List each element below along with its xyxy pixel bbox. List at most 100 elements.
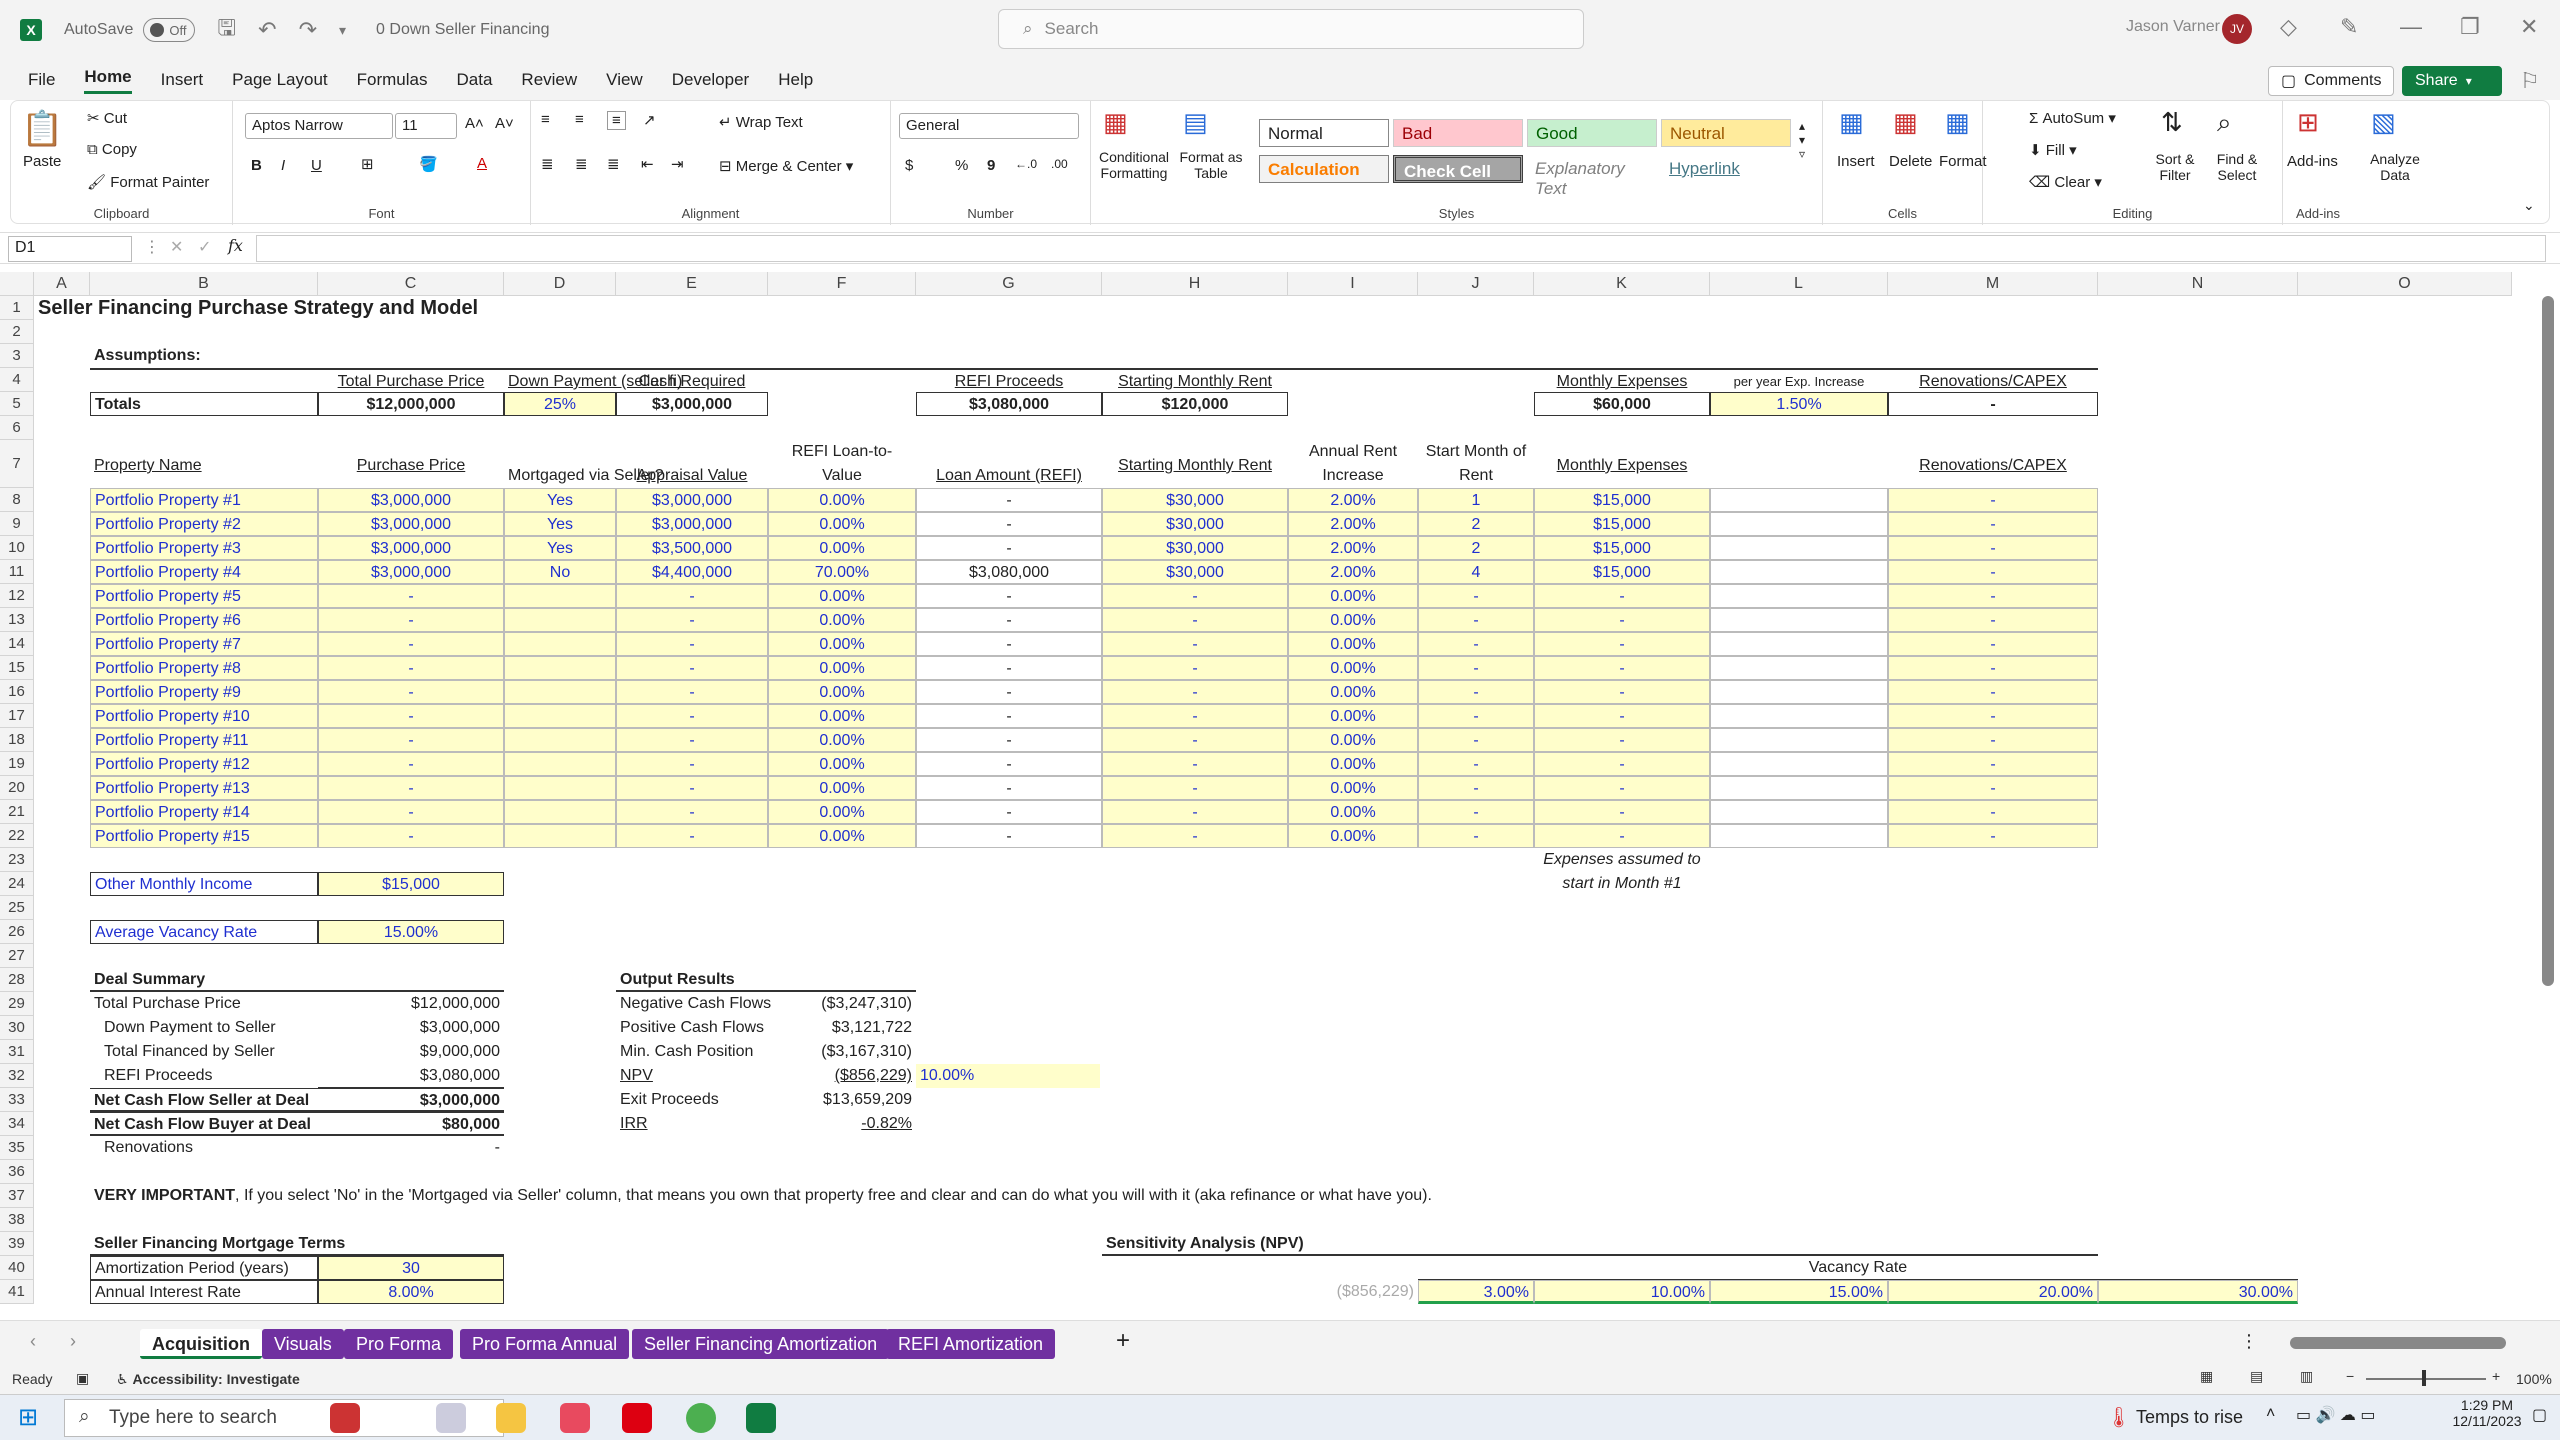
align-right-icon[interactable]: ≣ xyxy=(607,155,620,173)
loan-amount[interactable]: $3,080,000 xyxy=(916,560,1102,584)
align-middle-icon[interactable]: ≡ xyxy=(575,111,584,128)
loan-amount[interactable]: - xyxy=(916,608,1102,632)
row-header[interactable]: 40 xyxy=(0,1256,34,1280)
row-header[interactable]: 41 xyxy=(0,1280,34,1304)
purchase-price[interactable]: - xyxy=(318,680,504,704)
wrap-text-button[interactable]: ↵ Wrap Text xyxy=(719,113,803,131)
comments-button[interactable]: ▢ Comments xyxy=(2268,66,2394,96)
row-header[interactable]: 31 xyxy=(0,1040,34,1064)
property-renovations[interactable]: - xyxy=(1888,680,2098,704)
deal-summary-label[interactable]: Total Purchase Price xyxy=(90,992,318,1016)
start-month[interactable]: - xyxy=(1418,728,1534,752)
style-bad[interactable]: Bad xyxy=(1393,119,1523,147)
loan-amount[interactable]: - xyxy=(916,824,1102,848)
row-header[interactable]: 24 xyxy=(0,872,34,896)
analyze-data-icon[interactable]: ▧ xyxy=(2371,107,2396,138)
column-header[interactable]: G xyxy=(916,272,1102,296)
share-button[interactable]: Share ▾ xyxy=(2402,66,2502,96)
property-expenses[interactable]: - xyxy=(1534,752,1710,776)
property-renovations[interactable]: - xyxy=(1888,512,2098,536)
column-header[interactable]: D xyxy=(504,272,616,296)
chrome-icon[interactable] xyxy=(686,1403,716,1433)
assumptions-label[interactable]: Assumptions: xyxy=(90,344,318,368)
vacancy-rate-input[interactable]: 10.00% xyxy=(1534,1280,1710,1304)
column-header[interactable]: N xyxy=(2098,272,2298,296)
output-label[interactable]: Exit Proceeds xyxy=(616,1088,768,1112)
copy-button[interactable]: ⧉ Copy xyxy=(87,141,137,158)
rent-increase[interactable]: 2.00% xyxy=(1288,488,1418,512)
refi-ltv[interactable]: 0.00% xyxy=(768,800,916,824)
monthly-rent[interactable]: - xyxy=(1102,656,1288,680)
row-header[interactable]: 6 xyxy=(0,416,34,440)
analyze-data-button[interactable]: Analyze Data xyxy=(2363,151,2427,183)
purchase-price[interactable]: $3,000,000 xyxy=(318,536,504,560)
menu-view[interactable]: View xyxy=(606,70,643,90)
zoom-in-icon[interactable]: + xyxy=(2492,1368,2500,1384)
refi-ltv[interactable]: 0.00% xyxy=(768,632,916,656)
purchase-price[interactable]: $3,000,000 xyxy=(318,512,504,536)
vacancy-rate-input[interactable]: 20.00% xyxy=(1888,1280,2098,1304)
rent-increase[interactable]: 0.00% xyxy=(1288,800,1418,824)
mortgaged-select[interactable]: Yes xyxy=(504,536,616,560)
property-name[interactable]: Portfolio Property #14 xyxy=(90,800,318,824)
mortgaged-select[interactable] xyxy=(504,680,616,704)
underline-button[interactable]: U xyxy=(311,157,322,174)
property-expenses[interactable]: $15,000 xyxy=(1534,488,1710,512)
property-name[interactable]: Portfolio Property #5 xyxy=(90,584,318,608)
amortization-input[interactable]: 30 xyxy=(318,1256,504,1280)
header-appr[interactable]: Appraisal Value xyxy=(616,464,768,488)
refi-ltv[interactable]: 0.00% xyxy=(768,584,916,608)
menu-help[interactable]: Help xyxy=(778,70,813,90)
property-name[interactable]: Portfolio Property #10 xyxy=(90,704,318,728)
format-as-table-button[interactable]: Format as Table xyxy=(1175,149,1247,181)
npv-rate-input[interactable]: 10.00% xyxy=(916,1064,1100,1088)
property-expenses[interactable]: $15,000 xyxy=(1534,512,1710,536)
appraisal-value[interactable]: - xyxy=(616,728,768,752)
property-expenses[interactable]: - xyxy=(1534,608,1710,632)
collapse-ribbon-icon[interactable]: ⌄ xyxy=(2523,197,2535,214)
property-expenses[interactable]: - xyxy=(1534,728,1710,752)
purchase-price[interactable]: - xyxy=(318,824,504,848)
monthly-rent[interactable]: - xyxy=(1102,704,1288,728)
row-header[interactable]: 5 xyxy=(0,392,34,416)
row-header[interactable]: 2 xyxy=(0,320,34,344)
expense-increase-input[interactable]: 1.50% xyxy=(1710,392,1888,416)
column-header[interactable]: E xyxy=(616,272,768,296)
property-renovations[interactable]: - xyxy=(1888,776,2098,800)
column-header[interactable]: C xyxy=(318,272,504,296)
property-renovations[interactable]: - xyxy=(1888,752,2098,776)
row-header[interactable]: 19 xyxy=(0,752,34,776)
column-header[interactable]: I xyxy=(1288,272,1418,296)
avatar[interactable]: JV xyxy=(2222,14,2252,44)
header-cash[interactable]: Cash Required xyxy=(616,368,768,392)
zoom-slider-thumb[interactable] xyxy=(2422,1370,2426,1386)
save-icon[interactable]: 🖫 xyxy=(217,11,236,49)
decrease-decimal-icon[interactable]: .00 xyxy=(1051,157,1068,171)
header-rent-increase[interactable]: Annual Rent xyxy=(1288,440,1418,464)
starting-monthly-rent[interactable]: $120,000 xyxy=(1102,392,1288,416)
menu-data[interactable]: Data xyxy=(457,70,493,90)
column-header[interactable]: O xyxy=(2298,272,2512,296)
empty-cell[interactable] xyxy=(1710,608,1888,632)
align-top-icon[interactable]: ≡ xyxy=(541,111,550,128)
empty-cell[interactable] xyxy=(1710,632,1888,656)
column-header[interactable]: L xyxy=(1710,272,1888,296)
row-header[interactable]: 13 xyxy=(0,608,34,632)
search-input[interactable]: ⌕ Search xyxy=(998,9,1584,49)
delete-button[interactable]: Delete xyxy=(1889,153,1932,170)
fx-button[interactable]: fx xyxy=(228,236,243,255)
appraisal-value[interactable]: - xyxy=(616,800,768,824)
align-center-icon[interactable]: ≣ xyxy=(575,155,588,173)
document-title[interactable]: 0 Down Seller Financing xyxy=(376,21,549,39)
output-value[interactable]: $13,659,209 xyxy=(768,1088,916,1112)
purchase-price[interactable]: - xyxy=(318,656,504,680)
mortgaged-select[interactable] xyxy=(504,728,616,752)
row-header[interactable]: 35 xyxy=(0,1136,34,1160)
rent-increase[interactable]: 0.00% xyxy=(1288,584,1418,608)
property-name[interactable]: Portfolio Property #11 xyxy=(90,728,318,752)
mortgaged-select[interactable]: Yes xyxy=(504,512,616,536)
rent-increase[interactable]: 0.00% xyxy=(1288,656,1418,680)
loan-amount[interactable]: - xyxy=(916,800,1102,824)
header-reno[interactable]: Renovations/CAPEX xyxy=(1888,368,2098,392)
start-month[interactable]: - xyxy=(1418,632,1534,656)
